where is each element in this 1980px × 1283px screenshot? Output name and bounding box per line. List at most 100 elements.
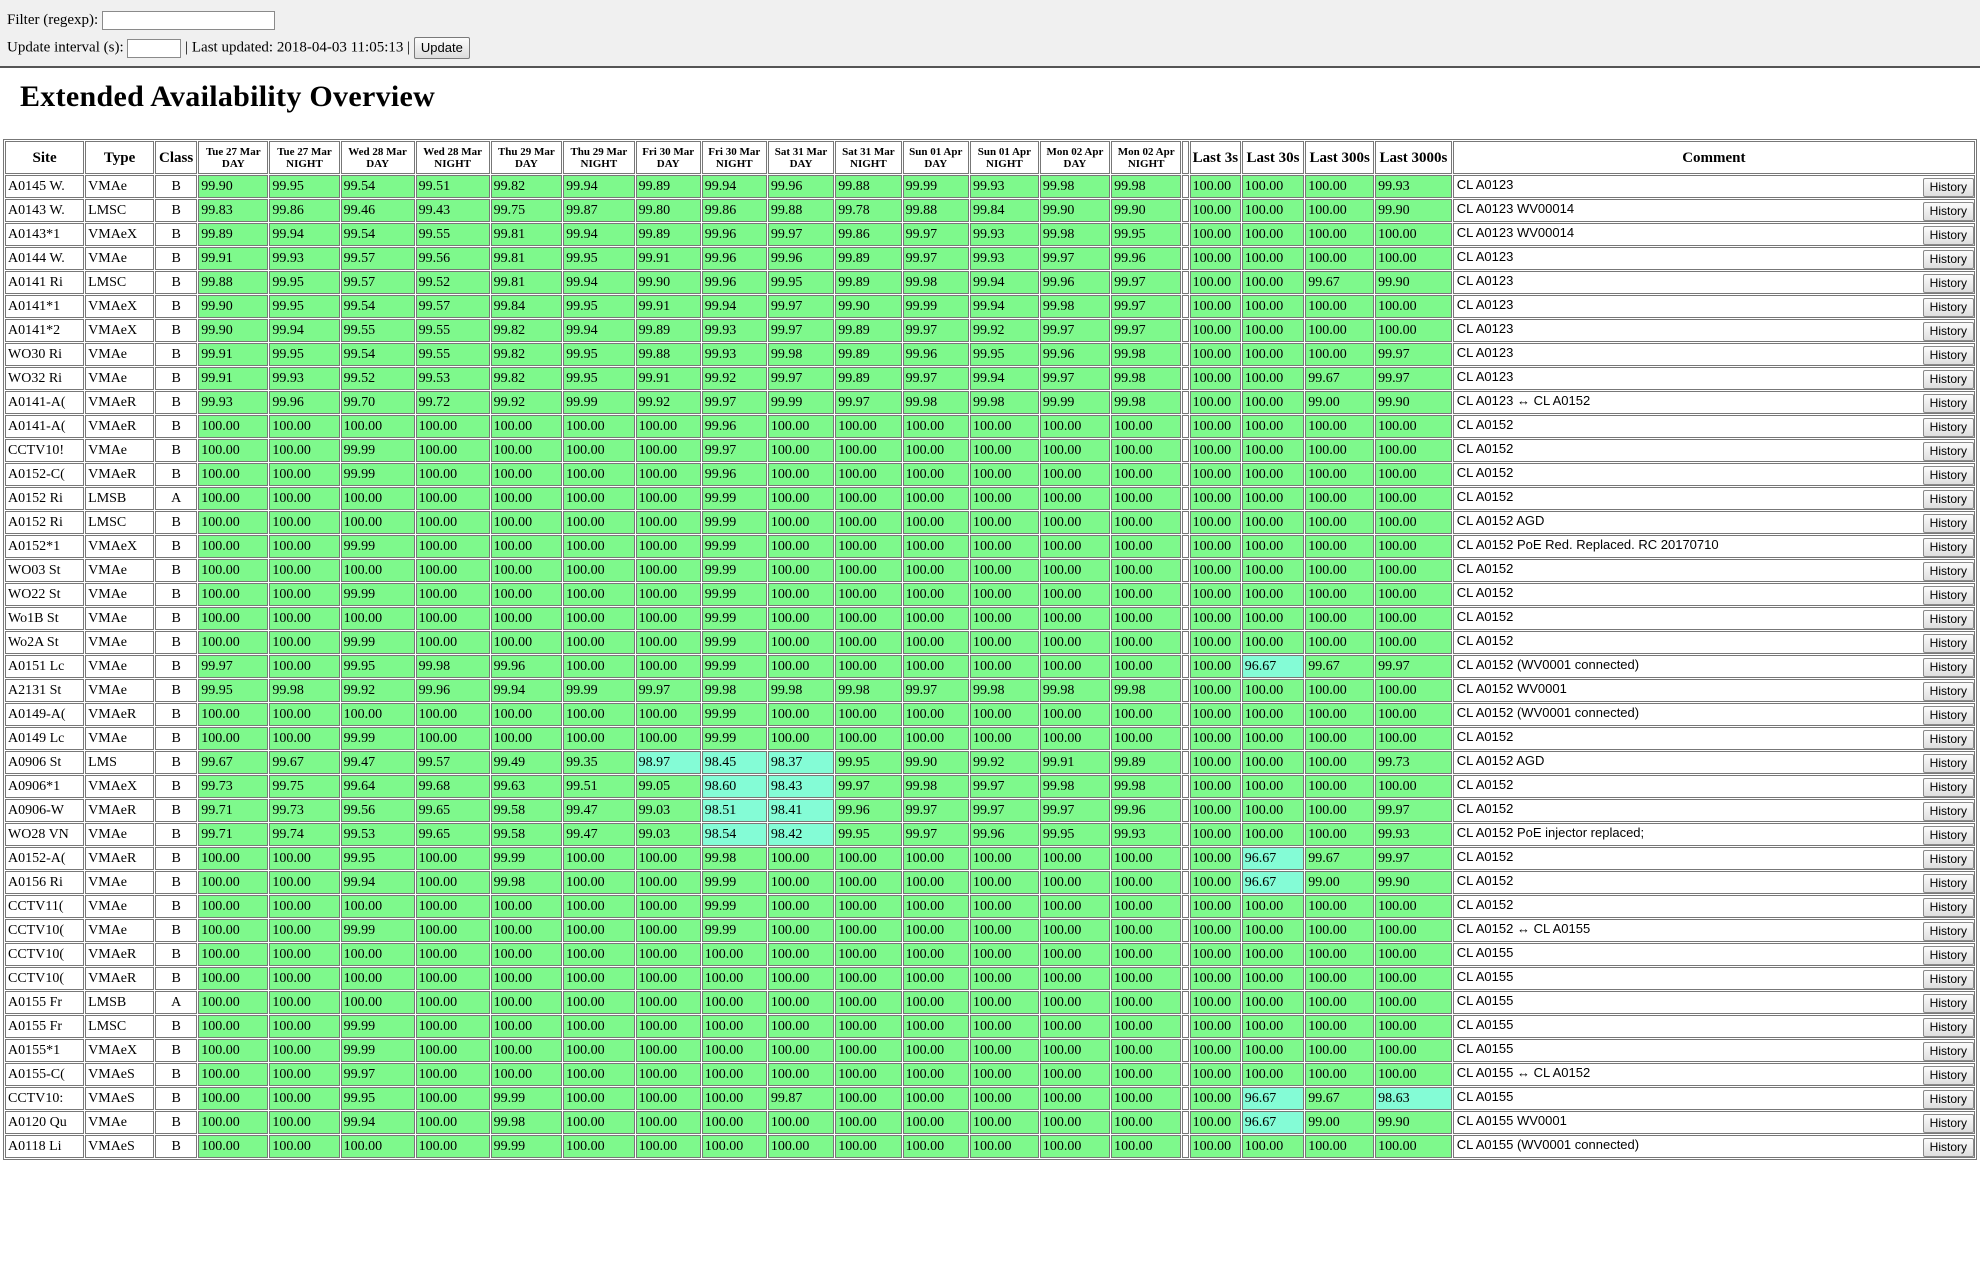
availability-cell: 100.00	[269, 631, 340, 654]
history-button[interactable]: History	[1922, 945, 1974, 965]
availability-cell: 99.94	[969, 271, 1039, 294]
class-cell: B	[155, 823, 198, 846]
availability-cell: 100.00	[269, 991, 340, 1014]
comment-text: CL A0155	[1456, 992, 1514, 1008]
header-day-1: Tue 27 Mar NIGHT	[269, 141, 340, 174]
availability-cell: 100.00	[835, 439, 902, 462]
recent-availability-cell: 100.00	[1241, 1015, 1305, 1038]
history-button[interactable]: History	[1922, 369, 1974, 389]
history-button[interactable]: History	[1922, 753, 1974, 773]
history-button[interactable]: History	[1922, 897, 1974, 917]
recent-availability-cell: 99.93	[1375, 823, 1452, 846]
history-button[interactable]: History	[1922, 609, 1974, 629]
availability-cell: 100.00	[1039, 871, 1111, 894]
recent-availability-cell: 100.00	[1189, 367, 1241, 390]
availability-cell: 99.98	[490, 1111, 563, 1134]
history-button[interactable]: History	[1922, 489, 1974, 509]
history-button[interactable]: History	[1922, 873, 1974, 893]
history-button[interactable]: History	[1922, 177, 1974, 197]
availability-cell: 99.99	[701, 919, 767, 942]
site-cell: WO22 St	[5, 583, 85, 606]
class-cell: B	[155, 727, 198, 750]
recent-availability-cell: 100.00	[1241, 1135, 1305, 1158]
filter-input[interactable]	[101, 11, 275, 30]
history-button[interactable]: History	[1922, 1113, 1974, 1133]
history-button[interactable]: History	[1922, 993, 1974, 1013]
type-cell: VMAe	[85, 919, 155, 942]
recent-availability-cell: 100.00	[1241, 895, 1305, 918]
type-cell: VMAe	[85, 727, 155, 750]
availability-cell: 100.00	[902, 1015, 969, 1038]
table-row: CCTV10(VMAeR B 100.00 100.00 100.00 100.00 100…	[5, 967, 1975, 990]
history-button[interactable]: History	[1922, 705, 1974, 725]
history-button[interactable]: History	[1922, 1137, 1974, 1157]
interval-input[interactable]	[127, 38, 182, 58]
recent-availability-cell: 100.00	[1305, 415, 1375, 438]
recent-availability-cell: 100.00	[1305, 583, 1375, 606]
history-button[interactable]: History	[1922, 393, 1974, 413]
history-button[interactable]: History	[1922, 777, 1974, 797]
history-button[interactable]: History	[1922, 657, 1974, 677]
recent-availability-cell: 100.00	[1189, 343, 1241, 366]
history-button[interactable]: History	[1922, 633, 1974, 653]
availability-cell: 100.00	[969, 847, 1039, 870]
availability-cell: 100.00	[340, 511, 415, 534]
recent-availability-cell: 100.00	[1375, 1015, 1452, 1038]
history-button[interactable]: History	[1922, 729, 1974, 749]
history-button[interactable]: History	[1922, 921, 1974, 941]
availability-cell: 100.00	[490, 415, 563, 438]
history-button[interactable]: History	[1922, 1017, 1974, 1037]
update-button[interactable]: Update	[413, 37, 470, 59]
recent-availability-cell: 96.67	[1241, 655, 1305, 678]
history-button[interactable]: History	[1922, 1089, 1974, 1109]
history-button[interactable]: History	[1922, 801, 1974, 821]
class-cell: B	[155, 1015, 198, 1038]
availability-cell: 99.86	[701, 199, 767, 222]
history-button[interactable]: History	[1922, 465, 1974, 485]
history-button[interactable]: History	[1922, 1041, 1974, 1061]
history-button[interactable]: History	[1922, 273, 1974, 293]
comment-text: CL A0123	[1456, 272, 1514, 288]
history-button[interactable]: History	[1922, 441, 1974, 461]
availability-cell: 99.95	[563, 247, 635, 270]
availability-cell: 99.99	[340, 535, 415, 558]
history-button[interactable]: History	[1922, 561, 1974, 581]
availability-cell: 99.75	[269, 775, 340, 798]
availability-cell: 100.00	[767, 871, 835, 894]
history-button[interactable]: History	[1922, 225, 1974, 245]
availability-cell: 99.67	[198, 751, 269, 774]
availability-cell: 100.00	[269, 1111, 340, 1134]
history-button[interactable]: History	[1922, 681, 1974, 701]
availability-cell: 100.00	[635, 655, 701, 678]
column-separator	[1182, 727, 1189, 750]
history-button[interactable]: History	[1922, 849, 1974, 869]
availability-cell: 100.00	[563, 439, 635, 462]
history-button[interactable]: History	[1922, 1065, 1974, 1085]
availability-cell: 99.99	[902, 295, 969, 318]
history-button[interactable]: History	[1922, 513, 1974, 533]
history-button[interactable]: History	[1922, 321, 1974, 341]
history-button[interactable]: History	[1922, 417, 1974, 437]
history-button[interactable]: History	[1922, 249, 1974, 269]
column-separator	[1182, 967, 1189, 990]
recent-availability-cell: 100.00	[1305, 823, 1375, 846]
history-button[interactable]: History	[1922, 825, 1974, 845]
availability-cell: 100.00	[902, 631, 969, 654]
availability-cell: 100.00	[563, 487, 635, 510]
history-button[interactable]: History	[1922, 585, 1974, 605]
availability-cell: 100.00	[269, 607, 340, 630]
site-cell: WO30 Ri	[5, 343, 85, 366]
availability-cell: 99.98	[902, 271, 969, 294]
availability-cell: 100.00	[269, 847, 340, 870]
availability-cell: 100.00	[1039, 1015, 1111, 1038]
recent-availability-cell: 100.00	[1305, 1135, 1375, 1158]
availability-cell: 99.95	[767, 271, 835, 294]
comment-cell: CL A0123 History	[1452, 343, 1975, 366]
availability-cell: 100.00	[198, 847, 269, 870]
history-button[interactable]: History	[1922, 201, 1974, 221]
header-day-date: Tue 27 Mar	[205, 145, 261, 158]
history-button[interactable]: History	[1922, 297, 1974, 317]
history-button[interactable]: History	[1922, 969, 1974, 989]
history-button[interactable]: History	[1922, 537, 1974, 557]
history-button[interactable]: History	[1922, 345, 1974, 365]
